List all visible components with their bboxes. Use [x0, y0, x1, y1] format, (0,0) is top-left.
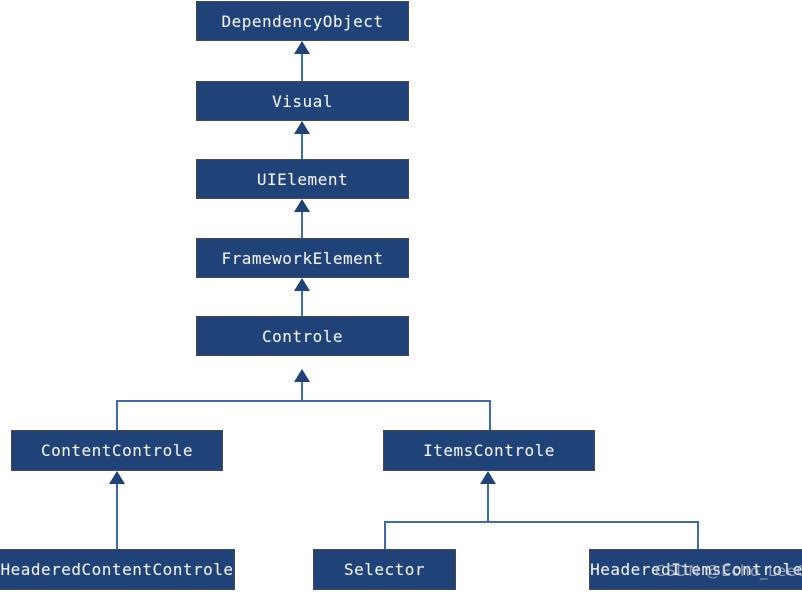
node-label-headered-content-controle: HeaderedContentControle [0, 560, 234, 579]
diagram-canvas: DependencyObject Visual UIElement Framew… [0, 0, 802, 592]
node-items-controle[interactable]: ItemsControle [383, 430, 595, 471]
connector-branch2-bus [384, 521, 699, 523]
connector-visual-to-dependencyobject [301, 54, 303, 81]
node-content-controle[interactable]: ContentControle [11, 430, 223, 471]
node-headered-content-controle[interactable]: HeaderedContentControle [0, 549, 235, 590]
connector-headeredcontent-to-contentcontrole [116, 484, 118, 549]
connector-frameworkelement-to-uielement [301, 212, 303, 238]
connector-branch1-left-drop [116, 400, 118, 430]
node-label-framework-element: FrameworkElement [221, 248, 384, 268]
node-controle[interactable]: Controle [196, 316, 409, 356]
node-label-content-controle: ContentControle [41, 441, 193, 460]
connector-uielement-to-visual [301, 134, 303, 159]
arrowhead-uielement-to-visual [294, 121, 310, 134]
connector-branch1-stem [301, 382, 303, 401]
node-label-uielement: UIElement [256, 169, 349, 189]
arrowhead-branch2-to-itemscontrole [480, 471, 496, 484]
node-framework-element[interactable]: FrameworkElement [196, 238, 409, 278]
connector-branch1-bus [116, 400, 491, 402]
arrowhead-controle-to-frameworkelement [294, 278, 310, 291]
node-label-controle: Controle [261, 326, 344, 346]
node-label-dependency-object: DependencyObject [221, 11, 384, 31]
arrowhead-headeredcontent-to-contentcontrole [109, 471, 125, 484]
connector-branch1-right-drop [489, 400, 491, 430]
node-headered-items-controle[interactable]: HeaderedItemsControle [589, 549, 802, 590]
node-label-selector: Selector [343, 560, 426, 579]
node-dependency-object[interactable]: DependencyObject [196, 1, 409, 41]
node-uielement[interactable]: UIElement [196, 159, 409, 199]
arrowhead-visual-to-dependencyobject [294, 41, 310, 54]
node-label-visual: Visual [272, 91, 333, 111]
connector-branch2-left-drop [384, 521, 386, 549]
connector-controle-to-frameworkelement [301, 291, 303, 316]
connector-branch2-right-drop [697, 521, 699, 549]
arrowhead-frameworkelement-to-uielement [294, 199, 310, 212]
node-visual[interactable]: Visual [196, 81, 409, 121]
node-selector[interactable]: Selector [313, 549, 456, 590]
connector-branch2-stem [487, 484, 489, 521]
node-label-items-controle: ItemsControle [423, 441, 555, 460]
arrowhead-branch1-to-controle [294, 369, 310, 382]
node-label-headered-items-controle: HeaderedItemsControle [590, 560, 802, 579]
